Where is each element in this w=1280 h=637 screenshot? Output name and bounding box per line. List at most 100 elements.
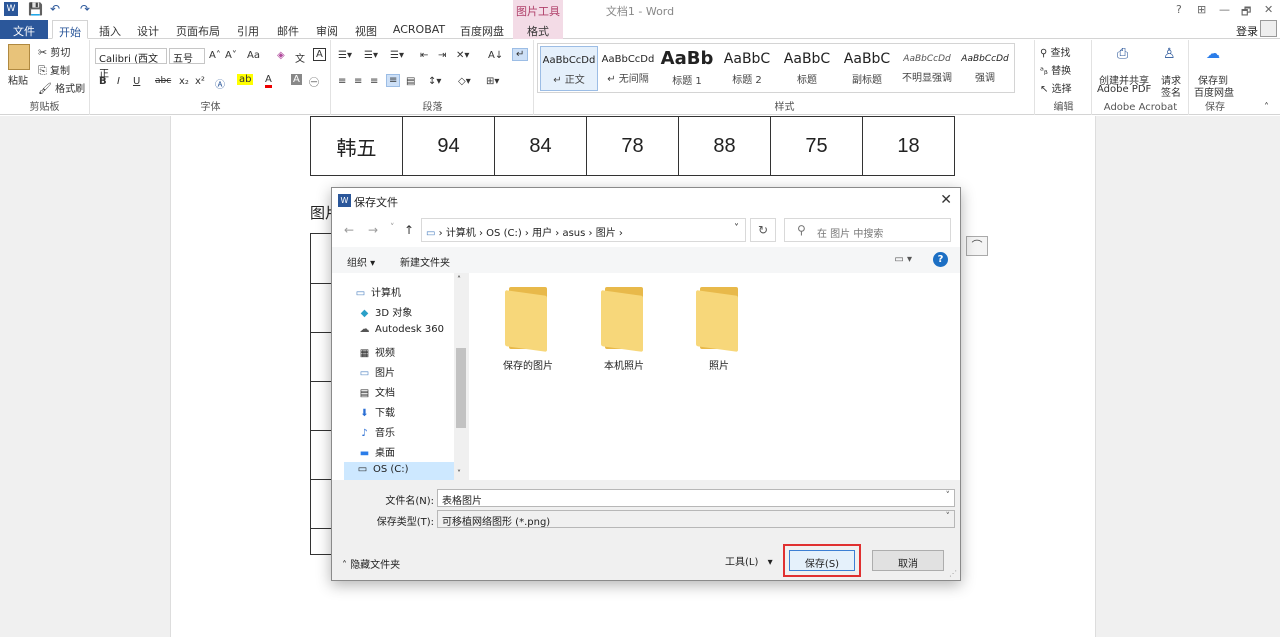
- underline-button[interactable]: U: [133, 76, 140, 87]
- hide-folders-button[interactable]: ˄ 隐藏文件夹: [342, 556, 400, 571]
- font-size-select[interactable]: 五号: [169, 48, 205, 65]
- select-button[interactable]: ↖ 选择: [1040, 80, 1072, 95]
- paste-icon[interactable]: [8, 44, 30, 70]
- new-folder-button[interactable]: 新建文件夹: [400, 254, 450, 269]
- close-button[interactable]: ✕: [1264, 3, 1273, 16]
- sign-label[interactable]: 签名: [1161, 84, 1181, 99]
- scroll-down-icon[interactable]: ˅: [457, 469, 461, 478]
- nav-item[interactable]: ⬇ 下载: [358, 404, 395, 419]
- shrink-font-button[interactable]: A˅: [225, 50, 237, 61]
- font-color-icon[interactable]: A: [265, 74, 272, 88]
- style-heading-1[interactable]: AaBb 标题 1: [658, 46, 716, 91]
- help-icon[interactable]: ?: [1176, 3, 1182, 16]
- tab-file[interactable]: 文件: [0, 20, 48, 39]
- minimize-button[interactable]: —: [1219, 3, 1230, 16]
- replace-button[interactable]: ᵃᵦ 替换: [1040, 62, 1071, 77]
- tab-design[interactable]: 设计: [132, 20, 164, 39]
- nav-item[interactable]: ▭ 计算机: [354, 284, 401, 299]
- table-cell[interactable]: 18: [862, 116, 955, 176]
- nav-item[interactable]: ▬ 桌面: [358, 444, 395, 459]
- refresh-icon[interactable]: ↻: [750, 218, 776, 242]
- increase-indent-icon[interactable]: ⇥: [438, 50, 446, 61]
- nav-item[interactable]: ▦ 视频: [358, 344, 395, 359]
- format-painter-button[interactable]: 🖌 格式刷: [38, 80, 85, 95]
- char-border-icon[interactable]: A: [313, 48, 326, 61]
- nav-item-selected[interactable]: ▭ OS (C:): [344, 462, 456, 480]
- enclose-char-icon[interactable]: ㊀: [309, 74, 319, 89]
- filename-input[interactable]: 表格图片 ˅: [437, 489, 955, 507]
- collapse-ribbon-icon[interactable]: ˄: [1264, 102, 1269, 113]
- align-left-icon[interactable]: ≡: [338, 76, 346, 87]
- subscript-button[interactable]: x₂: [179, 76, 189, 87]
- table-cell[interactable]: 78: [586, 116, 679, 176]
- sort-icon[interactable]: A↓: [488, 50, 503, 61]
- address-bar[interactable]: ▭ › 计算机 › OS (C:) › 用户 › asus › 图片 › ˅: [421, 218, 746, 242]
- save-button[interactable]: 保存(S): [783, 544, 861, 577]
- style-normal[interactable]: AaBbCcDd ↵ 正文: [540, 46, 598, 91]
- table-cell[interactable]: 84: [494, 116, 587, 176]
- filetype-select[interactable]: 可移植网络图形 (*.png) ˅: [437, 510, 955, 528]
- avatar[interactable]: [1260, 20, 1277, 37]
- create-pdf-label[interactable]: Adobe PDF: [1097, 84, 1151, 95]
- breadcrumb-item[interactable]: 图片: [596, 228, 616, 239]
- nav-item[interactable]: ♪ 音乐: [358, 424, 395, 439]
- tab-insert[interactable]: 插入: [94, 20, 126, 39]
- tab-references[interactable]: 引用: [232, 20, 264, 39]
- tab-review[interactable]: 审阅: [311, 20, 343, 39]
- bold-button[interactable]: B: [99, 76, 107, 87]
- cut-button[interactable]: ✂ 剪切: [38, 44, 70, 59]
- justify-icon[interactable]: ≡: [386, 74, 401, 87]
- search-input[interactable]: ⚲ 在 图片 中搜索: [784, 218, 951, 242]
- decrease-indent-icon[interactable]: ⇤: [420, 50, 428, 61]
- highlight-icon[interactable]: ab: [237, 74, 254, 85]
- style-emphasis[interactable]: AaBbCcDd 强调: [956, 46, 1014, 91]
- tab-page-layout[interactable]: 页面布局: [172, 20, 224, 39]
- chevron-down-icon[interactable]: ˅: [946, 512, 951, 522]
- breadcrumb-item[interactable]: 用户: [532, 228, 552, 239]
- help-icon[interactable]: ?: [933, 252, 948, 267]
- tab-format[interactable]: 格式: [513, 20, 563, 39]
- grow-font-button[interactable]: A˄: [209, 50, 221, 61]
- view-options-icon[interactable]: ▭ ▾: [894, 254, 912, 265]
- style-subtitle[interactable]: AaBbC 副标题: [838, 46, 896, 91]
- tab-home[interactable]: 开始: [52, 20, 88, 39]
- scroll-thumb[interactable]: [456, 348, 466, 428]
- bullets-icon[interactable]: ☰▾: [338, 50, 352, 61]
- align-right-icon[interactable]: ≡: [370, 76, 378, 87]
- change-case-button[interactable]: Aa: [247, 50, 260, 61]
- line-spacing-icon[interactable]: ↕▾: [428, 76, 441, 87]
- phonetic-icon[interactable]: 文: [295, 50, 305, 65]
- borders-icon[interactable]: ⊞▾: [486, 76, 499, 87]
- layout-options-icon[interactable]: ⌒: [966, 236, 988, 256]
- redo-button[interactable]: ↷: [80, 2, 90, 16]
- nav-item[interactable]: ☁ Autodesk 360: [358, 324, 444, 335]
- resize-grip-icon[interactable]: ⋰: [949, 569, 957, 578]
- save-icon[interactable]: 💾: [28, 2, 43, 16]
- style-no-spacing[interactable]: AaBbCcDd ↵ 无间隔: [599, 46, 657, 91]
- scroll-up-icon[interactable]: ˄: [457, 275, 461, 284]
- find-button[interactable]: ⚲ 查找: [1040, 44, 1071, 59]
- login-link[interactable]: 登录: [1236, 23, 1258, 39]
- style-subtle-emphasis[interactable]: AaBbCcDd 不明显强调: [898, 46, 956, 91]
- clear-format-icon[interactable]: ◈: [277, 50, 285, 61]
- table-cell[interactable]: 75: [770, 116, 863, 176]
- show-marks-icon[interactable]: ↵: [512, 48, 529, 61]
- strikethrough-button[interactable]: abc: [155, 76, 171, 86]
- close-icon[interactable]: ✕: [940, 192, 952, 208]
- italic-button[interactable]: I: [117, 76, 120, 87]
- tab-mailings[interactable]: 邮件: [272, 20, 304, 39]
- back-icon[interactable]: ←: [344, 223, 354, 237]
- paste-button[interactable]: 粘贴: [8, 72, 28, 87]
- tab-view[interactable]: 视图: [350, 20, 382, 39]
- align-center-icon[interactable]: ≡: [354, 76, 362, 87]
- cancel-button[interactable]: 取消: [872, 550, 944, 571]
- chevron-down-icon[interactable]: ˅: [946, 491, 951, 501]
- numbering-icon[interactable]: ☰▾: [364, 50, 378, 61]
- copy-button[interactable]: ⎘ 复制: [38, 62, 70, 78]
- tools-button[interactable]: 工具(L) ▾: [725, 553, 773, 568]
- ribbon-display-icon[interactable]: ⊞: [1197, 3, 1206, 16]
- chinese-layout-icon[interactable]: ✕▾: [456, 50, 469, 61]
- table-cell[interactable]: 韩五: [310, 116, 403, 176]
- shading-icon[interactable]: ◇▾: [458, 76, 471, 87]
- breadcrumb-item[interactable]: asus: [562, 228, 585, 239]
